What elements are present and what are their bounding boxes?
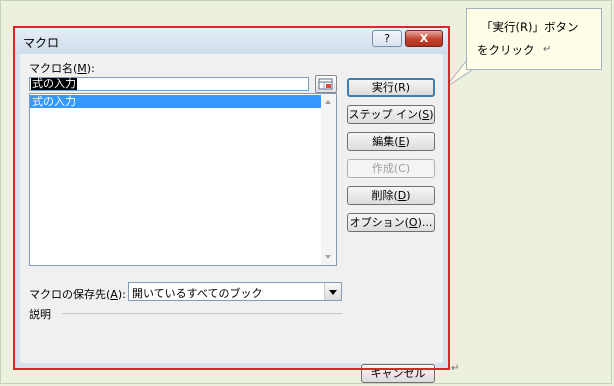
red-highlight-frame [13,26,450,370]
callout-line-2: をクリック [477,43,535,57]
instruction-callout: 「実行(R)」ボタン をクリック ↵ [466,8,602,70]
paragraph-mark: ↵ [543,44,552,55]
paragraph-mark-bottom: ↵ [451,363,460,374]
callout-line-1: 「実行(R)」ボタン [481,20,579,34]
